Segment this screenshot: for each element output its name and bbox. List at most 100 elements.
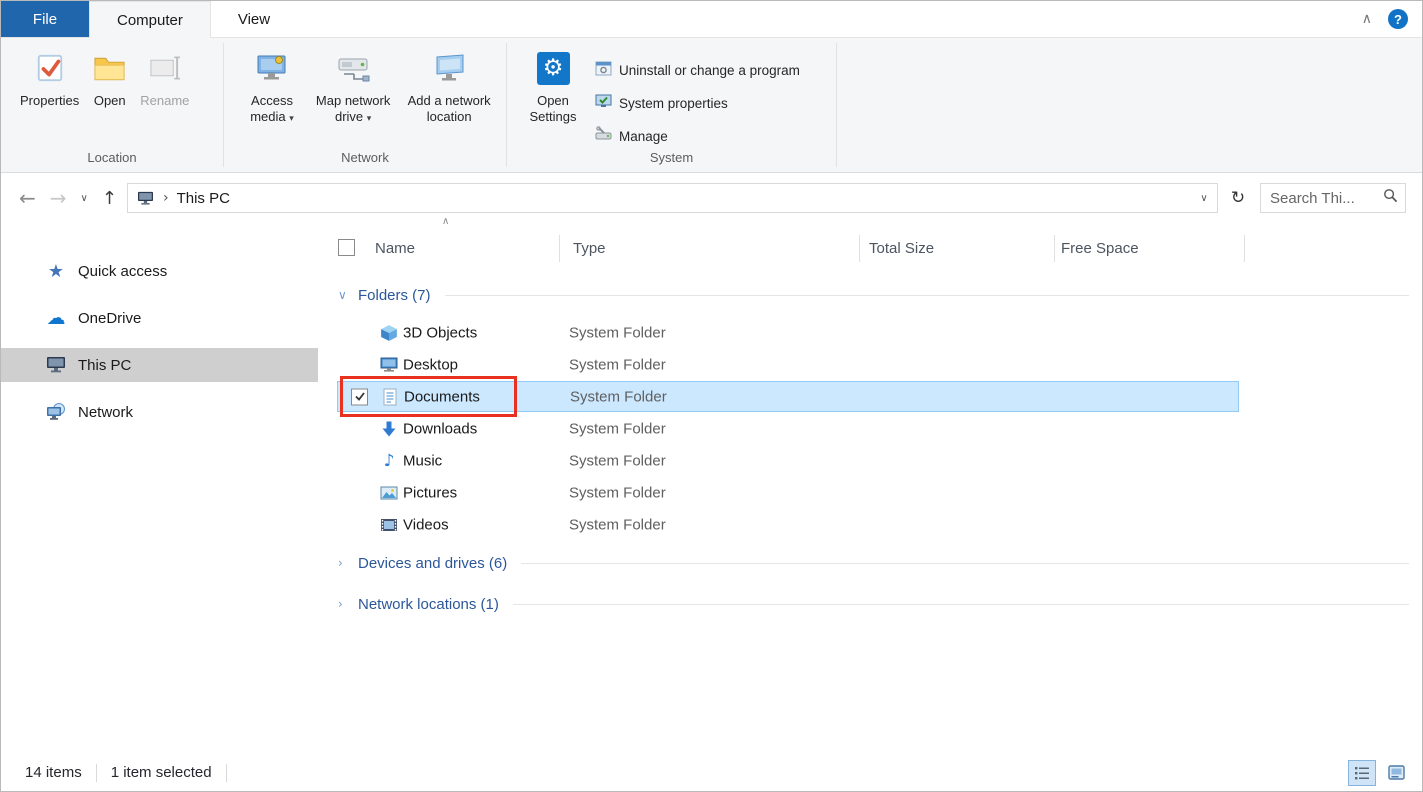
file-row-music[interactable]: ♪ Music System Folder <box>337 445 1239 477</box>
documents-icon <box>380 388 400 406</box>
sidebar-item-network[interactable]: Network <box>1 395 318 429</box>
group-rule <box>521 563 1409 564</box>
tab-computer[interactable]: Computer <box>89 1 211 38</box>
file-row-pictures[interactable]: Pictures System Folder <box>337 477 1239 509</box>
file-row-downloads[interactable]: Downloads System Folder <box>337 413 1239 445</box>
file-name: Pictures <box>403 485 457 502</box>
open-button[interactable]: Open <box>86 46 133 112</box>
column-header-name[interactable]: Name <box>375 240 415 257</box>
search-icon[interactable] <box>1383 188 1398 208</box>
ribbon-group-location: Properties Open Rename Location <box>1 38 223 172</box>
uninstall-icon <box>595 60 612 80</box>
address-bar: ← → ∨ ↑ › This PC ∨ ↻ <box>1 173 1422 223</box>
group-header-network-locations[interactable]: › Network locations (1) <box>338 590 1409 618</box>
select-all-checkbox[interactable] <box>338 239 355 256</box>
open-settings-label: Open Settings <box>528 93 578 124</box>
file-type: System Folder <box>569 421 666 438</box>
group-header-devices-and-drives[interactable]: › Devices and drives (6) <box>338 549 1409 577</box>
navigation-buttons: ← → ∨ ↑ <box>1 186 127 210</box>
items-count: 14 items <box>25 764 82 781</box>
column-divider[interactable] <box>859 235 860 262</box>
forward-icon[interactable]: → <box>50 186 67 210</box>
group-rule <box>513 604 1409 605</box>
file-row-videos[interactable]: Videos System Folder <box>337 509 1239 541</box>
properties-icon <box>35 49 65 87</box>
map-network-drive-button[interactable]: Map network drive ▾ <box>308 46 398 127</box>
breadcrumb-path[interactable]: This PC <box>177 190 230 207</box>
expand-group-icon[interactable]: › <box>338 597 354 611</box>
file-name: Music <box>403 453 442 470</box>
search-box[interactable] <box>1260 183 1406 213</box>
thumbnail-view-button[interactable] <box>1382 760 1410 786</box>
rename-icon <box>148 49 181 87</box>
status-bar: 14 items 1 item selected <box>1 754 1422 791</box>
refresh-icon[interactable]: ↻ <box>1224 188 1252 208</box>
file-name: Desktop <box>403 357 458 374</box>
manage-button[interactable]: Manage <box>595 125 800 147</box>
ribbon-group-network: Access media ▾ Map network drive ▾ Add a… <box>224 38 506 172</box>
collapse-group-icon[interactable]: ∨ <box>338 288 354 302</box>
file-row-desktop[interactable]: Desktop System Folder <box>337 349 1239 381</box>
documents-checkbox[interactable] <box>351 388 368 405</box>
tab-file[interactable]: File <box>1 1 89 37</box>
open-label: Open <box>94 93 126 109</box>
breadcrumb-bar[interactable]: › This PC ∨ <box>127 183 1218 213</box>
open-settings-button[interactable]: ⚙ Open Settings <box>521 46 585 127</box>
column-headers: Name Type Total Size Free Space <box>318 231 1408 267</box>
column-header-free-space[interactable]: Free Space <box>1061 240 1139 257</box>
column-divider[interactable] <box>559 235 560 262</box>
properties-button[interactable]: Properties <box>13 46 86 112</box>
file-name: Downloads <box>403 421 477 438</box>
file-row-3d-objects[interactable]: 3D Objects System Folder <box>337 317 1239 349</box>
this-pc-small-icon <box>128 191 159 206</box>
manage-icon <box>595 126 612 146</box>
file-explorer-window: File Computer View ∧ ? Properties <box>0 0 1423 792</box>
network-group-label: Network <box>224 148 506 172</box>
column-header-type[interactable]: Type <box>573 240 606 257</box>
details-view-button[interactable] <box>1348 760 1376 786</box>
add-network-location-icon <box>432 49 466 87</box>
uninstall-program-button[interactable]: Uninstall or change a program <box>595 59 800 81</box>
navigation-pane: ★ Quick access ☁ OneDrive This PC Networ… <box>1 223 318 754</box>
address-dropdown-icon[interactable]: ∨ <box>1191 193 1217 204</box>
sidebar-item-this-pc[interactable]: This PC <box>1 348 318 382</box>
system-group-label: System <box>507 148 836 172</box>
expand-group-icon[interactable]: › <box>338 556 354 570</box>
sidebar-item-onedrive[interactable]: ☁ OneDrive <box>1 301 318 335</box>
file-row-documents[interactable]: Documents System Folder <box>337 381 1239 412</box>
manage-label: Manage <box>619 129 668 144</box>
rename-button[interactable]: Rename <box>133 46 196 112</box>
file-name: 3D Objects <box>403 325 477 342</box>
selection-count: 1 item selected <box>111 764 212 781</box>
column-divider[interactable] <box>1244 235 1245 262</box>
add-network-location-button[interactable]: Add a network location <box>398 46 500 127</box>
rename-label: Rename <box>140 93 189 109</box>
column-divider[interactable] <box>1054 235 1055 262</box>
sidebar-item-label: Quick access <box>78 263 167 280</box>
search-input[interactable] <box>1270 190 1383 207</box>
ribbon-group-system: ⚙ Open Settings Uninstall or change a pr… <box>507 38 836 172</box>
back-icon[interactable]: ← <box>19 186 36 210</box>
column-header-total-size[interactable]: Total Size <box>869 240 934 257</box>
sidebar-item-label: OneDrive <box>78 310 141 327</box>
onedrive-cloud-icon: ☁ <box>45 307 67 329</box>
file-type: System Folder <box>569 325 666 342</box>
group-label: Network locations (1) <box>358 596 499 613</box>
access-media-button[interactable]: Access media ▾ <box>236 46 308 127</box>
system-properties-icon <box>595 93 612 113</box>
recent-locations-icon[interactable]: ∨ <box>81 193 88 204</box>
3d-objects-icon <box>379 324 399 342</box>
view-toggle-buttons <box>1348 760 1422 786</box>
system-properties-button[interactable]: System properties <box>595 92 800 114</box>
uninstall-label: Uninstall or change a program <box>619 63 800 78</box>
tabbar-right-controls: ∧ ? <box>1362 1 1422 37</box>
help-icon[interactable]: ? <box>1388 9 1408 29</box>
up-icon[interactable]: ↑ <box>102 188 117 209</box>
group-header-folders[interactable]: ∨ Folders (7) <box>338 281 1409 309</box>
file-type: System Folder <box>569 517 666 534</box>
group-rule <box>445 295 1409 296</box>
location-group-label: Location <box>1 148 223 172</box>
tab-view[interactable]: View <box>211 1 297 37</box>
collapse-ribbon-icon[interactable]: ∧ <box>1362 11 1372 27</box>
sidebar-item-quick-access[interactable]: ★ Quick access <box>1 254 318 288</box>
